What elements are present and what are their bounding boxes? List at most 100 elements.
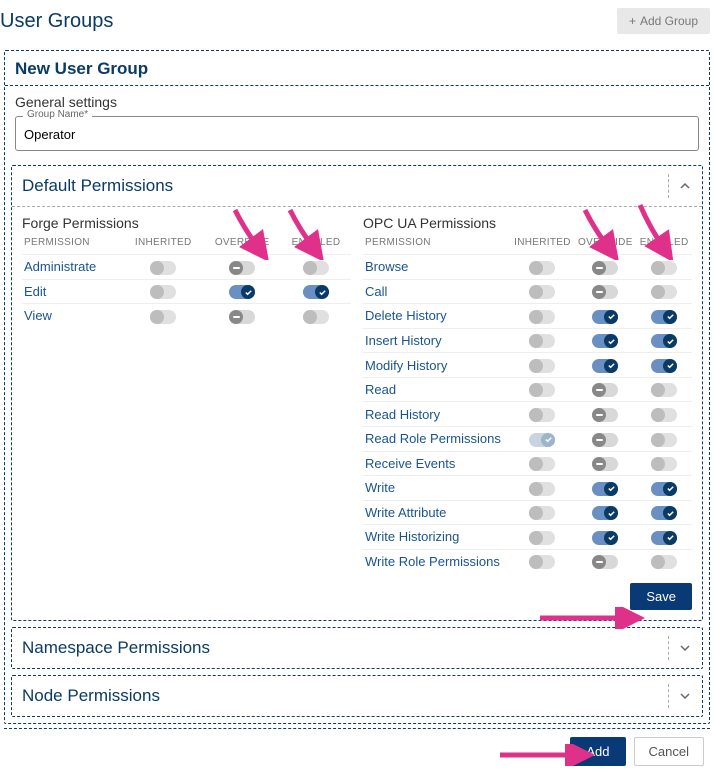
toggle[interactable] <box>592 310 618 324</box>
inherited-cell <box>511 500 575 525</box>
table-row: Modify History <box>363 353 692 378</box>
toggle[interactable] <box>651 310 677 324</box>
toggle <box>529 359 555 373</box>
cancel-button[interactable]: Cancel <box>634 737 704 766</box>
chevron-down-icon <box>668 636 692 660</box>
toggle[interactable] <box>592 383 618 397</box>
permission-name[interactable]: Call <box>363 279 511 304</box>
toggle[interactable] <box>651 408 677 422</box>
toggle[interactable] <box>592 285 618 299</box>
permission-name[interactable]: Read Role Permissions <box>363 426 511 451</box>
toggle[interactable] <box>303 261 329 275</box>
toggle[interactable] <box>592 433 618 447</box>
toggle[interactable] <box>651 482 677 496</box>
override-cell <box>574 525 636 550</box>
table-row: Read <box>363 377 692 402</box>
toggle[interactable] <box>651 433 677 447</box>
enabled-cell <box>636 279 692 304</box>
toggle[interactable] <box>651 555 677 569</box>
save-button[interactable]: Save <box>630 583 692 610</box>
table-row: Write Role Permissions <box>363 549 692 573</box>
inherited-cell <box>511 476 575 501</box>
toggle[interactable] <box>592 506 618 520</box>
table-row: Delete History <box>363 304 692 329</box>
permission-name[interactable]: Edit <box>22 279 123 304</box>
enabled-cell <box>636 304 692 329</box>
toggle[interactable] <box>303 310 329 324</box>
table-row: Write <box>363 476 692 501</box>
enabled-cell <box>636 476 692 501</box>
add-button[interactable]: Add <box>570 737 625 766</box>
default-permissions-header[interactable]: Default Permissions <box>12 166 702 206</box>
toggle[interactable] <box>303 285 329 299</box>
plus-icon: + <box>629 14 636 28</box>
inherited-cell <box>511 451 575 476</box>
override-cell <box>203 304 281 328</box>
toggle <box>529 531 555 545</box>
toggle[interactable] <box>592 261 618 275</box>
toggle[interactable] <box>651 531 677 545</box>
override-cell <box>574 255 636 280</box>
toggle[interactable] <box>592 555 618 569</box>
toggle[interactable] <box>592 482 618 496</box>
inherited-cell <box>511 377 575 402</box>
toggle[interactable] <box>592 457 618 471</box>
add-group-button[interactable]: + Add Group <box>617 8 710 34</box>
new-user-group-card: New User Group General settings Group Na… <box>4 50 710 724</box>
toggle[interactable] <box>229 310 255 324</box>
toggle[interactable] <box>651 383 677 397</box>
table-row: Write Attribute <box>363 500 692 525</box>
col-permission: PERMISSION <box>22 231 123 255</box>
toggle[interactable] <box>592 531 618 545</box>
override-cell <box>574 549 636 573</box>
toggle[interactable] <box>651 457 677 471</box>
permission-name[interactable]: Receive Events <box>363 451 511 476</box>
permission-name[interactable]: Administrate <box>22 255 123 280</box>
permission-name[interactable]: Write Attribute <box>363 500 511 525</box>
permission-name[interactable]: Browse <box>363 255 511 280</box>
opcua-permissions-title: OPC UA Permissions <box>363 215 692 231</box>
inherited-cell <box>123 255 203 280</box>
toggle[interactable] <box>229 261 255 275</box>
enabled-cell <box>281 279 351 304</box>
enabled-cell <box>636 426 692 451</box>
toggle <box>529 285 555 299</box>
table-row: Read History <box>363 402 692 427</box>
override-cell <box>574 304 636 329</box>
permission-name[interactable]: Delete History <box>363 304 511 329</box>
toggle[interactable] <box>592 334 618 348</box>
inherited-cell <box>511 255 575 280</box>
footer-actions: Add Cancel <box>4 728 710 774</box>
toggle[interactable] <box>651 285 677 299</box>
toggle[interactable] <box>651 506 677 520</box>
node-permissions-panel: Node Permissions <box>11 675 703 717</box>
permission-name[interactable]: Modify History <box>363 353 511 378</box>
permission-name[interactable]: Read History <box>363 402 511 427</box>
permission-name[interactable]: Write <box>363 476 511 501</box>
table-row: Edit <box>22 279 351 304</box>
group-name-input[interactable] <box>15 116 699 151</box>
toggle <box>529 334 555 348</box>
toggle[interactable] <box>651 359 677 373</box>
toggle[interactable] <box>651 261 677 275</box>
toggle[interactable] <box>229 285 255 299</box>
forge-permissions-column: Forge Permissions PERMISSION INHERITED O… <box>22 207 351 573</box>
permission-name[interactable]: Read <box>363 377 511 402</box>
toggle[interactable] <box>651 334 677 348</box>
permission-name[interactable]: Insert History <box>363 328 511 353</box>
toggle[interactable] <box>592 359 618 373</box>
permission-name[interactable]: View <box>22 304 123 328</box>
enabled-cell <box>636 353 692 378</box>
node-permissions-header[interactable]: Node Permissions <box>12 676 702 716</box>
toggle <box>150 310 176 324</box>
permission-name[interactable]: Write Historizing <box>363 525 511 550</box>
toggle[interactable] <box>592 408 618 422</box>
toggle <box>529 506 555 520</box>
col-enabled: ENABLED <box>636 231 692 255</box>
table-row: View <box>22 304 351 328</box>
opcua-permissions-column: OPC UA Permissions PERMISSION INHERITED … <box>363 207 692 573</box>
namespace-permissions-header[interactable]: Namespace Permissions <box>12 628 702 668</box>
inherited-cell <box>511 549 575 573</box>
permission-name[interactable]: Write Role Permissions <box>363 549 511 573</box>
enabled-cell <box>636 255 692 280</box>
